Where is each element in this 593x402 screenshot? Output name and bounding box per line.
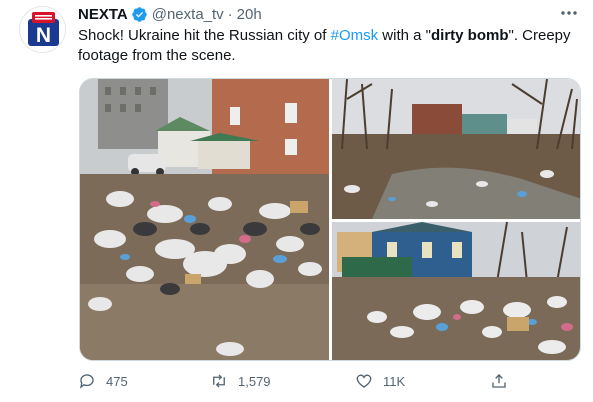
photo-garbage-field	[80, 79, 329, 360]
media-grid	[79, 78, 581, 361]
tweet[interactable]: N NEXTA @nexta_tv · 20h Shock! Ukraine h…	[0, 0, 593, 402]
media-photo-2[interactable]	[332, 79, 580, 219]
tweet-text-bold: dirty bomb	[431, 27, 509, 44]
reply-button[interactable]: 475	[78, 372, 128, 390]
avatar[interactable]: N	[19, 6, 66, 53]
avatar-letter: N	[36, 24, 51, 47]
separator-dot: ·	[227, 5, 233, 23]
photo-trash-pile	[332, 222, 580, 360]
reply-icon	[79, 374, 94, 389]
like-button[interactable]: 11K	[355, 372, 405, 390]
heart-icon	[356, 374, 372, 388]
tweet-text: Shock! Ukraine hit the Russian city of #…	[78, 26, 583, 66]
more-icon[interactable]	[559, 6, 579, 20]
retweet-count: 1,579	[238, 373, 271, 389]
retweet-icon	[213, 374, 225, 388]
share-button[interactable]	[490, 372, 518, 390]
verified-badge-icon	[131, 6, 147, 22]
tweet-header: NEXTA @nexta_tv · 20h	[78, 4, 262, 24]
reply-count: 475	[106, 373, 128, 389]
nexta-logo-icon: N	[20, 7, 65, 52]
author-handle[interactable]: @nexta_tv	[152, 6, 224, 23]
photo-muddy-road	[332, 79, 580, 219]
tweet-actions: 475 1,579 11K	[78, 372, 583, 396]
retweet-button[interactable]: 1,579	[210, 372, 271, 390]
media-photo-1[interactable]	[80, 79, 329, 360]
media-photo-3[interactable]	[332, 222, 580, 360]
tweet-text-part: with a "	[378, 27, 431, 44]
tweet-timestamp[interactable]: 20h	[237, 6, 262, 23]
like-count: 11K	[383, 373, 406, 389]
tweet-text-part: Shock! Ukraine hit the Russian city of	[78, 27, 331, 44]
hashtag-link[interactable]: #Omsk	[331, 27, 379, 44]
share-icon	[492, 374, 506, 388]
author-name[interactable]: NEXTA	[78, 6, 128, 23]
